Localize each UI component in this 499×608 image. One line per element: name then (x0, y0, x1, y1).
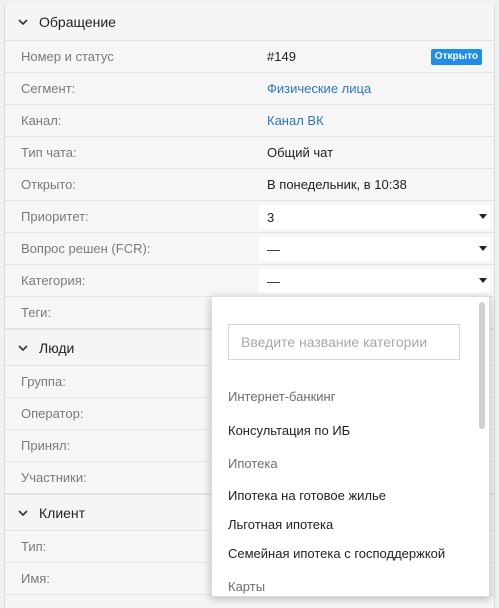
ticket-number: #149 (267, 49, 296, 64)
section-title: Клиент (39, 504, 86, 521)
field-label: Номер и статус (21, 49, 114, 64)
dropdown-group-label: Карты (228, 579, 266, 594)
field-label: Приоритет: (21, 209, 89, 224)
caret-down-icon (479, 214, 487, 219)
field-value: #149 Открыто (251, 41, 494, 72)
row-category: Категория: — (5, 265, 494, 297)
chevron-down-icon (18, 344, 28, 351)
dropdown-scrollbar[interactable] (479, 302, 485, 429)
dropdown-option[interactable]: Консультация по ИБ (228, 423, 350, 438)
field-value: — (251, 265, 494, 296)
row-number-status: Номер и статус #149 Открыто (5, 41, 494, 73)
section-header-request[interactable]: Обращение (5, 4, 494, 41)
dropdown-option[interactable]: Ипотека на готовое жилье (228, 488, 386, 503)
field-label: Канал: (21, 113, 62, 128)
row-fcr: Вопрос решен (FCR): — (5, 233, 494, 265)
select-value: 3 (267, 209, 275, 225)
select-value: — (267, 273, 280, 289)
field-label: Сегмент: (21, 81, 76, 96)
dropdown-option[interactable]: Льготная ипотека (228, 517, 333, 532)
field-label: Тип чата: (21, 145, 77, 160)
category-select[interactable]: — (258, 269, 490, 293)
channel-link[interactable]: Канал ВК (251, 105, 494, 136)
row-priority: Приоритет: 3 (5, 201, 494, 233)
category-search-input[interactable] (228, 324, 460, 360)
field-value: В понедельник, в 10:38 (267, 177, 407, 192)
row-chat-type: Тип чата: Общий чат (5, 137, 494, 169)
field-label: Открыто: (21, 177, 76, 192)
dropdown-option[interactable]: Семейная ипотека с господдержкой (228, 546, 445, 561)
category-dropdown: Интернет-банкинг Консультация по ИБ Ипот… (211, 296, 490, 597)
chevron-down-icon (18, 509, 28, 516)
caret-down-icon (479, 278, 487, 283)
section-title: Обращение (39, 14, 116, 30)
dropdown-group-label: Ипотека (228, 456, 278, 471)
field-label: Категория: (21, 273, 86, 288)
select-value: — (267, 241, 280, 257)
fcr-select[interactable]: — (258, 237, 490, 261)
row-channel: Канал: Канал ВК (5, 105, 494, 137)
field-value: 3 (251, 201, 494, 232)
field-label: Вопрос решен (FCR): (21, 241, 151, 256)
row-segment: Сегмент: Физические лица (5, 73, 494, 105)
status-badge: Открыто (430, 49, 482, 65)
row-opened: Открыто: В понедельник, в 10:38 (5, 169, 494, 201)
dropdown-group-label: Интернет-банкинг (228, 389, 336, 404)
caret-down-icon (479, 246, 487, 251)
chevron-down-icon (18, 19, 28, 26)
segment-link[interactable]: Физические лица (251, 73, 494, 104)
field-value: — (251, 233, 494, 264)
section-title: Люди (39, 339, 75, 356)
priority-select[interactable]: 3 (258, 205, 490, 229)
field-value: Общий чат (267, 145, 334, 160)
